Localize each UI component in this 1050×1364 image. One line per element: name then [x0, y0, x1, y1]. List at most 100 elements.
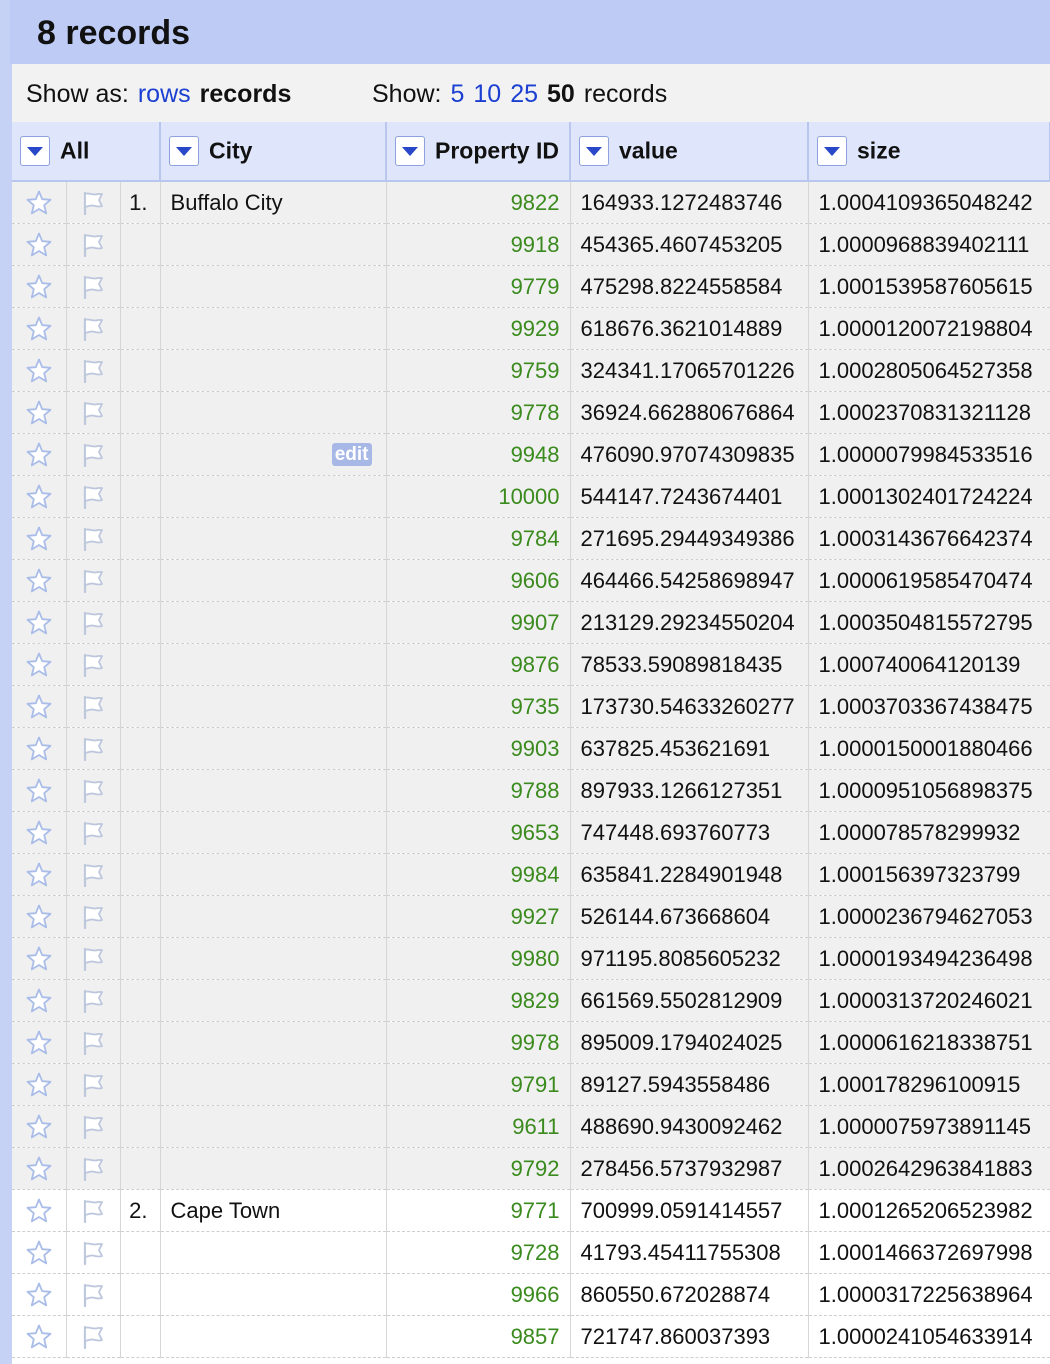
property-id-cell[interactable]: 9792	[386, 1147, 571, 1190]
value-cell[interactable]: 89127.5943558486	[570, 1063, 809, 1106]
star-toggle[interactable]	[12, 391, 67, 434]
star-toggle[interactable]	[12, 769, 67, 812]
property-id-cell[interactable]: 9822	[386, 181, 571, 224]
value-cell[interactable]: 618676.3621014889	[570, 307, 809, 350]
city-cell[interactable]	[160, 223, 387, 266]
column-menu-city-dropdown[interactable]	[169, 136, 200, 166]
star-toggle[interactable]	[12, 1147, 67, 1190]
value-cell[interactable]: 164933.1272483746	[570, 181, 809, 224]
value-cell[interactable]: 173730.54633260277	[570, 685, 809, 728]
star-toggle[interactable]	[12, 979, 67, 1022]
flag-toggle[interactable]	[66, 1105, 121, 1148]
city-cell[interactable]	[160, 601, 387, 644]
city-cell[interactable]	[160, 307, 387, 350]
value-cell[interactable]: 41793.45411755308	[570, 1231, 809, 1274]
city-cell[interactable]	[160, 811, 387, 854]
star-toggle[interactable]	[12, 1105, 67, 1148]
flag-toggle[interactable]	[66, 1147, 121, 1190]
star-toggle[interactable]	[12, 853, 67, 896]
flag-toggle[interactable]	[66, 391, 121, 434]
size-cell[interactable]: 1.0001539587605615	[808, 265, 1050, 308]
value-cell[interactable]: 454365.4607453205	[570, 223, 809, 266]
value-cell[interactable]: 700999.0591414557	[570, 1189, 809, 1232]
size-cell[interactable]: 1.0001265206523982	[808, 1189, 1050, 1232]
value-cell[interactable]: 278456.5737932987	[570, 1147, 809, 1190]
size-cell[interactable]: 1.0002370831321128	[808, 391, 1050, 434]
star-toggle[interactable]	[12, 181, 67, 224]
property-id-cell[interactable]: 9929	[386, 307, 571, 350]
flag-toggle[interactable]	[66, 811, 121, 854]
page-size-25-link[interactable]: 25	[510, 80, 538, 108]
property-id-cell[interactable]: 9759	[386, 349, 571, 392]
city-cell[interactable]	[160, 559, 387, 602]
value-cell[interactable]: 324341.17065701226	[570, 349, 809, 392]
size-cell[interactable]: 1.0000075973891145	[808, 1105, 1050, 1148]
column-menu-all-dropdown[interactable]	[20, 136, 50, 166]
flag-toggle[interactable]	[66, 265, 121, 308]
city-cell[interactable]	[160, 475, 387, 518]
property-id-cell[interactable]: 9606	[386, 559, 571, 602]
property-id-cell[interactable]: 9771	[386, 1189, 571, 1232]
size-cell[interactable]: 1.0000193494236498	[808, 937, 1050, 980]
star-toggle[interactable]	[12, 1021, 67, 1064]
star-toggle[interactable]	[12, 685, 67, 728]
flag-toggle[interactable]	[66, 1021, 121, 1064]
flag-toggle[interactable]	[66, 1273, 121, 1316]
value-cell[interactable]: 721747.860037393	[570, 1315, 809, 1358]
flag-toggle[interactable]	[66, 475, 121, 518]
value-cell[interactable]: 271695.29449349386	[570, 517, 809, 560]
star-toggle[interactable]	[12, 517, 67, 560]
property-id-cell[interactable]: 9735	[386, 685, 571, 728]
size-cell[interactable]: 1.0003703367438475	[808, 685, 1050, 728]
star-toggle[interactable]	[12, 1063, 67, 1106]
star-toggle[interactable]	[12, 937, 67, 980]
size-cell[interactable]: 1.0000120072198804	[808, 307, 1050, 350]
city-cell[interactable]: Cape Town	[160, 1189, 387, 1232]
city-cell[interactable]	[160, 1105, 387, 1148]
property-id-cell[interactable]: 9907	[386, 601, 571, 644]
edit-cell-button[interactable]: edit	[331, 443, 372, 466]
star-toggle[interactable]	[12, 1189, 67, 1232]
property-id-cell[interactable]: 9978	[386, 1021, 571, 1064]
size-cell[interactable]: 1.0001466372697998	[808, 1231, 1050, 1274]
value-cell[interactable]: 637825.453621691	[570, 727, 809, 770]
flag-toggle[interactable]	[66, 601, 121, 644]
property-id-cell[interactable]: 9903	[386, 727, 571, 770]
city-cell[interactable]	[160, 1063, 387, 1106]
flag-toggle[interactable]	[66, 979, 121, 1022]
property-id-cell[interactable]: 9791	[386, 1063, 571, 1106]
flag-toggle[interactable]	[66, 727, 121, 770]
flag-toggle[interactable]	[66, 1315, 121, 1358]
size-cell[interactable]: 1.000178296100915	[808, 1063, 1050, 1106]
star-toggle[interactable]	[12, 265, 67, 308]
size-cell[interactable]: 1.0001302401724224	[808, 475, 1050, 518]
property-id-cell[interactable]: 9611	[386, 1105, 571, 1148]
star-toggle[interactable]	[12, 727, 67, 770]
star-toggle[interactable]	[12, 1315, 67, 1358]
star-toggle[interactable]	[12, 601, 67, 644]
flag-toggle[interactable]	[66, 1231, 121, 1274]
star-toggle[interactable]	[12, 895, 67, 938]
property-id-cell[interactable]: 9779	[386, 265, 571, 308]
city-cell[interactable]	[160, 1315, 387, 1358]
star-toggle[interactable]	[12, 559, 67, 602]
flag-toggle[interactable]	[66, 937, 121, 980]
size-cell[interactable]: 1.000156397323799	[808, 853, 1050, 896]
flag-toggle[interactable]	[66, 307, 121, 350]
property-id-cell[interactable]: 9966	[386, 1273, 571, 1316]
flag-toggle[interactable]	[66, 1189, 121, 1232]
flag-toggle[interactable]	[66, 559, 121, 602]
city-cell[interactable]	[160, 895, 387, 938]
property-id-cell[interactable]: 9857	[386, 1315, 571, 1358]
value-cell[interactable]: 661569.5502812909	[570, 979, 809, 1022]
value-cell[interactable]: 488690.9430092462	[570, 1105, 809, 1148]
star-toggle[interactable]	[12, 475, 67, 518]
size-cell[interactable]: 1.0000241054633914	[808, 1315, 1050, 1358]
star-toggle[interactable]	[12, 223, 67, 266]
size-cell[interactable]: 1.0000968839402111	[808, 223, 1050, 266]
flag-toggle[interactable]	[66, 223, 121, 266]
value-cell[interactable]: 971195.8085605232	[570, 937, 809, 980]
city-cell[interactable]	[160, 517, 387, 560]
value-cell[interactable]: 213129.29234550204	[570, 601, 809, 644]
value-cell[interactable]: 747448.693760773	[570, 811, 809, 854]
